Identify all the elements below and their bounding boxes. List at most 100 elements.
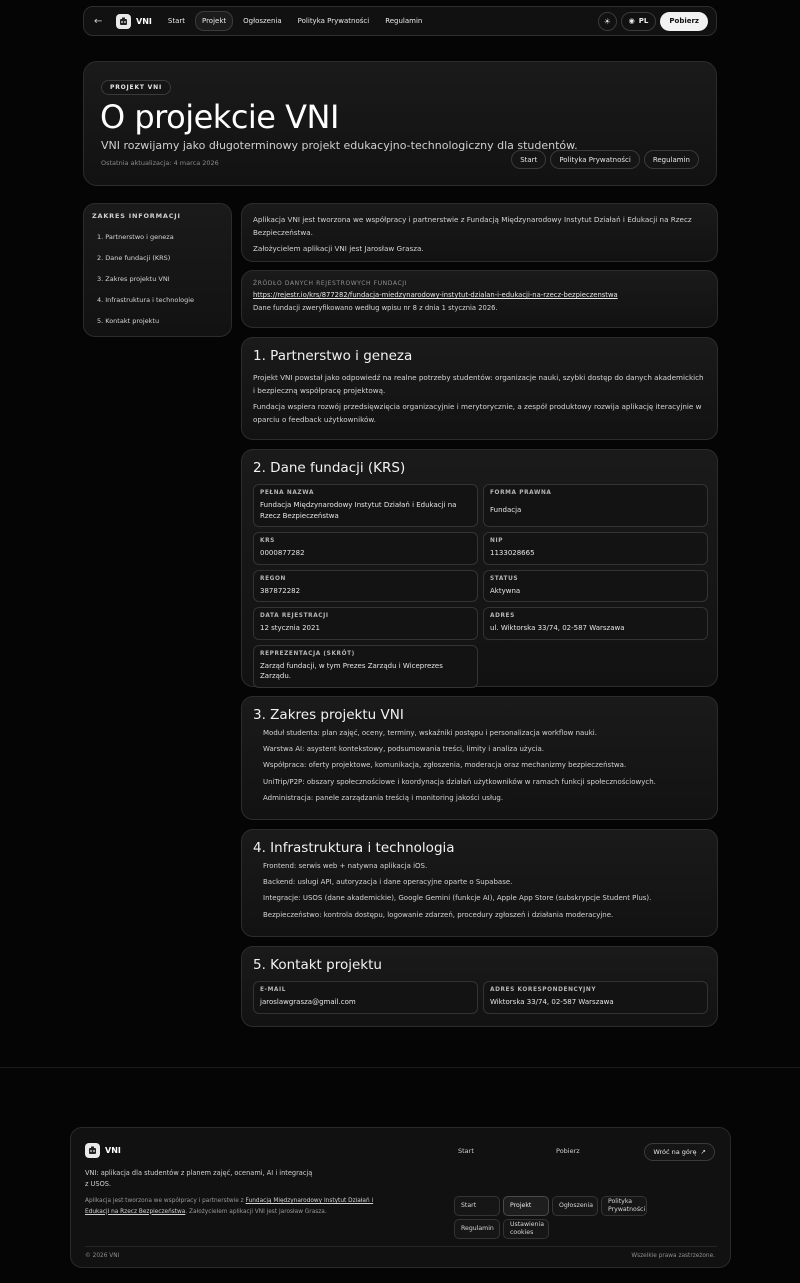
- arrow-up-right-icon: ↗: [700, 1148, 706, 1156]
- source-card: ŹRÓDŁO DANYCH REJESTROWYCH FUNDACJI http…: [241, 270, 718, 328]
- source-label: ŹRÓDŁO DANYCH REJESTROWYCH FUNDACJI: [253, 280, 408, 287]
- footer-brand[interactable]: VNI: [85, 1143, 121, 1158]
- download-button[interactable]: Pobierz: [660, 11, 708, 31]
- toc-item-kontakt[interactable]: 5. Kontakt projektu: [97, 310, 223, 331]
- section-title: 4. Infrastruktura i technologia: [253, 840, 455, 856]
- list-item: Backend: usługi API, autoryzacja i dane …: [263, 878, 513, 887]
- logo-icon: [85, 1143, 100, 1158]
- footer-button-cookies[interactable]: Ustawienia cookies: [503, 1219, 549, 1239]
- field-label: STATUS: [490, 575, 519, 582]
- footer-button-polityka[interactable]: Polityka Prywatności: [601, 1196, 647, 1216]
- footer-note: Aplikacja jest tworzona we współpracy i …: [85, 1196, 375, 1217]
- field-label: REPREZENTACJA (SKRÓT): [260, 650, 355, 657]
- field-label: E-MAIL: [260, 987, 287, 993]
- field-label: PEŁNA NAZWA: [260, 490, 315, 496]
- list-item: Administracja: panele zarządzania treści…: [263, 793, 504, 802]
- field-value: 387872282: [260, 586, 301, 595]
- hero-link-start[interactable]: Start: [511, 150, 547, 169]
- founder-paragraph: Założycielem aplikacji VNI jest Jarosław…: [253, 244, 424, 253]
- hero-card: PROJEKT VNI O projekcie VNI VNI rozwijam…: [83, 61, 717, 186]
- section-dane-fundacji: 2. Dane fundacji (KRS) PEŁNA NAZWA Funda…: [241, 449, 718, 688]
- email-value[interactable]: jaroslawgrasza@gmail.com: [260, 997, 471, 1008]
- footer-note-text: Aplikacja jest tworzona we współpracy i …: [85, 1198, 246, 1204]
- field-regon: REGON 387872282: [253, 569, 478, 602]
- top-navbar: ← VNI Start Projekt Ogłoszenia Polityka …: [83, 6, 717, 36]
- logo-icon: [116, 13, 131, 29]
- nav-link-regulamin[interactable]: Regulamin: [379, 12, 428, 30]
- section-infrastruktura: 4. Infrastruktura i technologia Frontend…: [241, 829, 718, 937]
- list-item: Bezpieczeństwo: kontrola dostępu, logowa…: [263, 910, 614, 919]
- section-zakres: 3. Zakres projektu VNI Moduł studenta: p…: [241, 696, 718, 820]
- section-title: 3. Zakres projektu VNI: [253, 707, 404, 723]
- toc-item-partnerstwo[interactable]: 1. Partnerstwo i geneza: [97, 226, 223, 247]
- brand[interactable]: VNI: [116, 13, 152, 29]
- field-label: ADRES: [490, 613, 515, 619]
- nav-link-ogloszenia[interactable]: Ogłoszenia: [237, 12, 288, 30]
- brand-name: VNI: [136, 16, 152, 26]
- field-label: ADRES KORESPONDENCYJNY: [490, 987, 597, 993]
- list-item: Frontend: serwis web + natywna aplikacja…: [263, 862, 428, 870]
- section-paragraph: Projekt VNI powstał jako odpowiedź na re…: [253, 373, 704, 395]
- project-badge: PROJEKT VNI: [101, 80, 171, 95]
- sun-icon: ☀: [603, 16, 611, 26]
- list-item: Warstwa AI: asystent kontekstowy, podsum…: [263, 745, 545, 754]
- intro-paragraph: Aplikacja VNI jest tworzona we współprac…: [253, 215, 692, 237]
- footer-button-ogloszenia[interactable]: Ogłoszenia: [552, 1196, 598, 1216]
- copyright: © 2026 VNI: [85, 1253, 120, 1259]
- toc-title: ZAKRES INFORMACJI: [92, 212, 181, 220]
- field-value: Zarząd fundacji, w tym Prezes Zarządu i …: [260, 661, 443, 681]
- rights-reserved: Wszelkie prawa zastrzeżone.: [631, 1253, 715, 1259]
- arrow-left-icon[interactable]: ←: [94, 16, 108, 27]
- intro-card: Aplikacja VNI jest tworzona we współprac…: [241, 203, 718, 262]
- page-title: O projekcie VNI: [100, 98, 339, 136]
- footer-description: VNI: aplikacja dla studentów z planem za…: [85, 1169, 313, 1188]
- field-status: STATUS Aktywna: [483, 569, 708, 602]
- hero-link-polityka[interactable]: Polityka Prywatności: [550, 150, 640, 169]
- back-to-top-button[interactable]: Wróć na górę ↗: [644, 1143, 715, 1161]
- footer-brand-name: VNI: [105, 1146, 121, 1155]
- source-note: Dane fundacji zweryfikowano według wpisu…: [253, 303, 498, 312]
- section-title: 5. Kontakt projektu: [253, 957, 382, 973]
- footer-button-regulamin[interactable]: Regulamin: [454, 1219, 500, 1239]
- list-item: Integracje: USOS (dane akademickie), Goo…: [263, 894, 652, 903]
- field-correspondence-address: ADRES KORESPONDENCYJNY Wiktorska 33/74, …: [483, 981, 708, 1014]
- language-button[interactable]: ◉ PL: [620, 11, 657, 31]
- section-title: 1. Partnerstwo i geneza: [253, 348, 413, 364]
- last-updated: Ostatnia aktualizacja: 4 marca 2026: [101, 159, 219, 167]
- nav-link-projekt[interactable]: Projekt: [194, 11, 234, 31]
- field-label: FORMA PRAWNA: [490, 490, 552, 496]
- field-legal-form: FORMA PRAWNA Fundacja: [483, 484, 708, 527]
- toc-item-zakres[interactable]: 3. Zakres projektu VNI: [97, 268, 223, 289]
- list-item: UniTrip/P2P: obszary społecznościowe i k…: [263, 777, 656, 786]
- nav-link-polityka[interactable]: Polityka Prywatności: [292, 12, 376, 30]
- field-krs: KRS 0000877282: [253, 532, 478, 565]
- footer-button-projekt[interactable]: Projekt: [503, 1196, 549, 1216]
- field-registration-date: DATA REJESTRACJI 12 stycznia 2021: [253, 607, 478, 640]
- toc-item-dane-fundacji[interactable]: 2. Dane fundacji (KRS): [97, 247, 223, 268]
- page-subtitle: VNI rozwijamy jako długoterminowy projek…: [101, 139, 578, 152]
- section-paragraph: Fundacja wspiera rozwój przedsięwzięcia …: [253, 402, 702, 424]
- hero-link-regulamin[interactable]: Regulamin: [643, 150, 699, 169]
- field-value: 12 stycznia 2021: [260, 624, 320, 632]
- theme-toggle-button[interactable]: ☀: [597, 11, 617, 31]
- back-to-top-label: Wróć na górę: [653, 1148, 697, 1156]
- footer: VNI VNI: aplikacja dla studentów z plane…: [70, 1127, 731, 1268]
- footer-link-start[interactable]: Start: [458, 1147, 474, 1155]
- footer-link-pobierz[interactable]: Pobierz: [556, 1147, 580, 1155]
- toc-item-infrastruktura[interactable]: 4. Infrastruktura i technologie: [97, 289, 223, 310]
- field-address: ADRES ul. Wiktorska 33/74, 02-587 Warsza…: [483, 607, 708, 640]
- footer-note-text: . Założycielem aplikacji VNI jest Jarosł…: [185, 1208, 327, 1215]
- field-value: 0000877282: [260, 549, 305, 557]
- list-item: Moduł studenta: plan zajęć, oceny, termi…: [263, 729, 597, 737]
- section-title: 2. Dane fundacji (KRS): [253, 460, 406, 476]
- list-item: Współpraca: oferty projektowe, komunikac…: [263, 761, 627, 770]
- nav-link-start[interactable]: Start: [162, 12, 191, 30]
- footer-button-start[interactable]: Start: [454, 1196, 500, 1216]
- section-partnerstwo: 1. Partnerstwo i geneza Projekt VNI pows…: [241, 337, 718, 440]
- field-representation: REPREZENTACJA (SKRÓT) Zarząd fundacji, w…: [253, 644, 478, 688]
- footer-divider: [0, 1067, 800, 1068]
- table-of-contents: ZAKRES INFORMACJI 1. Partnerstwo i genez…: [83, 203, 232, 337]
- field-value: Aktywna: [490, 586, 521, 595]
- source-link[interactable]: https://rejestr.io/krs/877282/fundacja-m…: [253, 289, 706, 302]
- field-value: Fundacja Międzynarodowy Instytut Działań…: [260, 501, 457, 520]
